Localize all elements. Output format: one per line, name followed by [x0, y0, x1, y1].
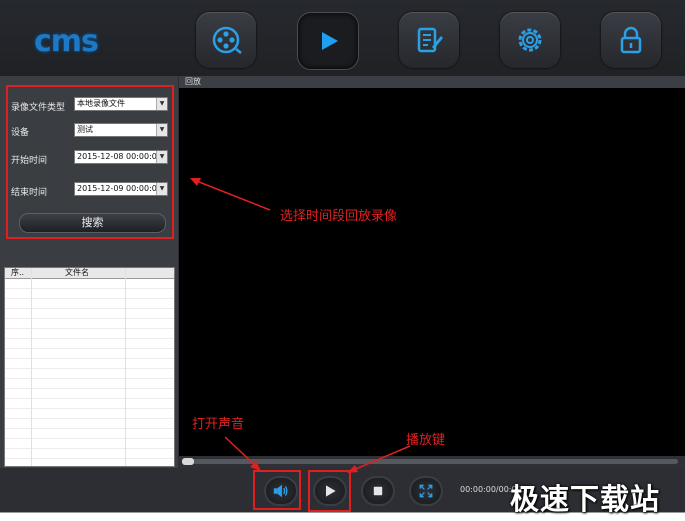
- end-time-value: 2015-12-09 00:00:00: [77, 184, 162, 193]
- end-time-label: 结束时间: [11, 188, 48, 198]
- device-value: 测试: [77, 125, 93, 134]
- nav-log-button[interactable]: [399, 12, 459, 68]
- nav-playback-button[interactable]: [297, 12, 359, 70]
- device-label: 设备: [11, 128, 30, 138]
- file-list-table: 序.. 文件名: [4, 267, 175, 467]
- search-button[interactable]: 搜索: [19, 213, 166, 233]
- nav-lock-button[interactable]: [601, 12, 661, 68]
- cms-logo: cms: [34, 24, 99, 59]
- nav-settings-button[interactable]: [500, 12, 560, 68]
- chevron-down-icon: ▼: [156, 124, 167, 136]
- document-edit-icon: [417, 27, 443, 53]
- file-type-select[interactable]: 本地录像文件 ▼: [74, 97, 168, 111]
- end-time-picker[interactable]: 2015-12-09 00:00:00 ▼: [74, 182, 168, 196]
- start-time-value: 2015-12-08 00:00:00: [77, 152, 162, 161]
- seek-bar-track: [179, 456, 685, 468]
- lock-icon: [620, 26, 642, 54]
- start-time-label: 开始时间: [11, 156, 48, 166]
- chevron-down-icon: ▼: [156, 183, 167, 195]
- file-type-label: 录像文件类型: [11, 103, 66, 113]
- chevron-down-icon: ▼: [156, 151, 167, 163]
- stop-icon: [373, 486, 383, 496]
- seek-bar[interactable]: [182, 458, 678, 465]
- fullscreen-button[interactable]: [409, 476, 443, 506]
- start-time-picker[interactable]: 2015-12-08 00:00:00 ▼: [74, 150, 168, 164]
- file-type-value: 本地录像文件: [77, 99, 125, 108]
- column-header-index[interactable]: 序..: [11, 268, 24, 278]
- column-divider: [31, 268, 32, 466]
- sound-annotation: 打开声音: [192, 417, 245, 432]
- column-divider: [125, 268, 126, 466]
- film-reel-icon: [212, 26, 242, 54]
- chevron-down-icon: ▼: [156, 98, 167, 110]
- stop-button[interactable]: [361, 476, 395, 506]
- gear-icon: [518, 28, 542, 52]
- watermark: 极速下载站: [510, 482, 661, 516]
- seek-handle[interactable]: [182, 458, 194, 465]
- video-area[interactable]: [179, 88, 685, 456]
- play-icon: [322, 32, 338, 50]
- player-header: 回放: [179, 76, 685, 88]
- sound-button-highlight: [253, 470, 301, 510]
- play-annotation: 播放键: [406, 433, 446, 448]
- fullscreen-icon: [419, 484, 433, 498]
- column-header-filename[interactable]: 文件名: [65, 268, 89, 278]
- top-toolbar: cms: [0, 0, 685, 76]
- nav-preview-button[interactable]: [196, 12, 256, 68]
- filter-annotation: 选择时间段回放录像: [280, 209, 398, 224]
- play-button-highlight: [308, 470, 351, 512]
- device-select[interactable]: 测试 ▼: [74, 123, 168, 137]
